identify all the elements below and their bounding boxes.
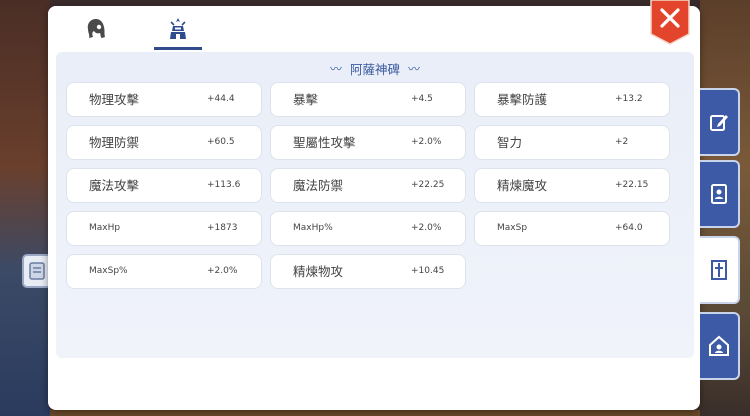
stat-label: MaxSp% bbox=[89, 266, 128, 276]
section-header: 〰 阿薩神碑 〰 bbox=[56, 58, 694, 78]
stats-content: 〰 阿薩神碑 〰 物理攻擊 +44.4 暴擊 +4.5 暴擊防護 +13.2 物理防禦… bbox=[56, 52, 694, 358]
stat-cell: 暴擊防護 +13.2 bbox=[474, 82, 670, 117]
section-title: 阿薩神碑 bbox=[349, 61, 400, 77]
stat-value: +2.0% bbox=[411, 223, 442, 233]
active-tab-indicator bbox=[154, 47, 202, 50]
left-wave-ornament: 〰 bbox=[329, 61, 342, 76]
stat-cell: 聖屬性攻擊 +2.0% bbox=[270, 125, 466, 160]
right-wave-ornament: 〰 bbox=[408, 61, 421, 76]
stat-cell: 魔法防禦 +22.25 bbox=[270, 168, 466, 203]
stat-cell: 暴擊 +4.5 bbox=[270, 82, 466, 117]
stat-label: 暴擊 bbox=[293, 92, 319, 107]
stat-label: 物理攻擊 bbox=[89, 92, 140, 107]
stat-cell: 精煉魔攻 +22.15 bbox=[474, 168, 670, 203]
stat-value: +1873 bbox=[207, 223, 238, 233]
stat-value: +10.45 bbox=[411, 266, 445, 276]
stat-value: +22.15 bbox=[615, 180, 649, 190]
side-tab-guild[interactable] bbox=[700, 312, 740, 380]
stat-label: 魔法攻擊 bbox=[89, 178, 140, 193]
stat-cell: 魔法攻擊 +113.6 bbox=[66, 168, 262, 203]
card-album-icon bbox=[711, 184, 727, 204]
guild-house-icon bbox=[709, 335, 729, 356]
tab-bar bbox=[48, 6, 700, 52]
stat-value: +4.5 bbox=[411, 94, 433, 104]
stat-label: 精煉魔攻 bbox=[497, 178, 548, 193]
stat-value: +2.0% bbox=[207, 266, 238, 276]
stat-value: +64.0 bbox=[615, 223, 643, 233]
stat-label: 魔法防禦 bbox=[293, 178, 344, 193]
stat-cell: MaxHp% +2.0% bbox=[270, 211, 466, 246]
side-tab-edit[interactable] bbox=[700, 88, 740, 156]
stat-value: +60.5 bbox=[207, 137, 235, 147]
stat-cell: 物理防禦 +60.5 bbox=[66, 125, 262, 160]
edit-icon bbox=[710, 115, 728, 131]
tab-character[interactable] bbox=[74, 12, 118, 46]
stat-cell: 物理攻擊 +44.4 bbox=[66, 82, 262, 117]
stat-value: +2 bbox=[615, 137, 629, 147]
stat-label: 精煉物攻 bbox=[293, 264, 344, 279]
stat-value: +113.6 bbox=[207, 180, 241, 190]
tab-emblem[interactable] bbox=[154, 12, 202, 50]
game-background-bottom bbox=[50, 410, 700, 416]
stat-label: 暴擊防護 bbox=[497, 92, 548, 107]
stat-cell: MaxSp +64.0 bbox=[474, 211, 670, 246]
stat-label: 智力 bbox=[497, 135, 523, 150]
stat-value: +44.4 bbox=[207, 94, 235, 104]
stat-cell: MaxHp +1873 bbox=[66, 211, 262, 246]
panel-footer bbox=[56, 358, 694, 404]
side-tab-card-album[interactable] bbox=[700, 160, 740, 228]
rune-tablet-icon bbox=[711, 260, 727, 280]
stat-value: +22.25 bbox=[411, 180, 445, 190]
stat-label: MaxHp% bbox=[293, 223, 333, 233]
stat-value: +2.0% bbox=[411, 137, 442, 147]
stats-panel: 〰 阿薩神碑 〰 物理攻擊 +44.4 暴擊 +4.5 暴擊防護 +13.2 物理防禦… bbox=[48, 6, 700, 410]
stat-value: +13.2 bbox=[615, 94, 643, 104]
stat-label: MaxSp bbox=[497, 223, 528, 233]
stat-cell: 智力 +2 bbox=[474, 125, 670, 160]
stat-label: 物理防禦 bbox=[89, 135, 140, 150]
stat-label: 聖屬性攻擊 bbox=[293, 135, 356, 150]
side-tab-rune-tablet[interactable] bbox=[700, 236, 740, 304]
game-background-left bbox=[0, 0, 50, 416]
character-head-icon bbox=[87, 19, 105, 38]
stat-label: MaxHp bbox=[89, 223, 121, 233]
stat-cell: 精煉物攻 +10.45 bbox=[270, 254, 466, 289]
close-icon bbox=[650, 0, 690, 45]
emblem-icon bbox=[170, 18, 186, 39]
stat-cell: MaxSp% +2.0% bbox=[66, 254, 262, 289]
close-button[interactable] bbox=[650, 0, 690, 46]
